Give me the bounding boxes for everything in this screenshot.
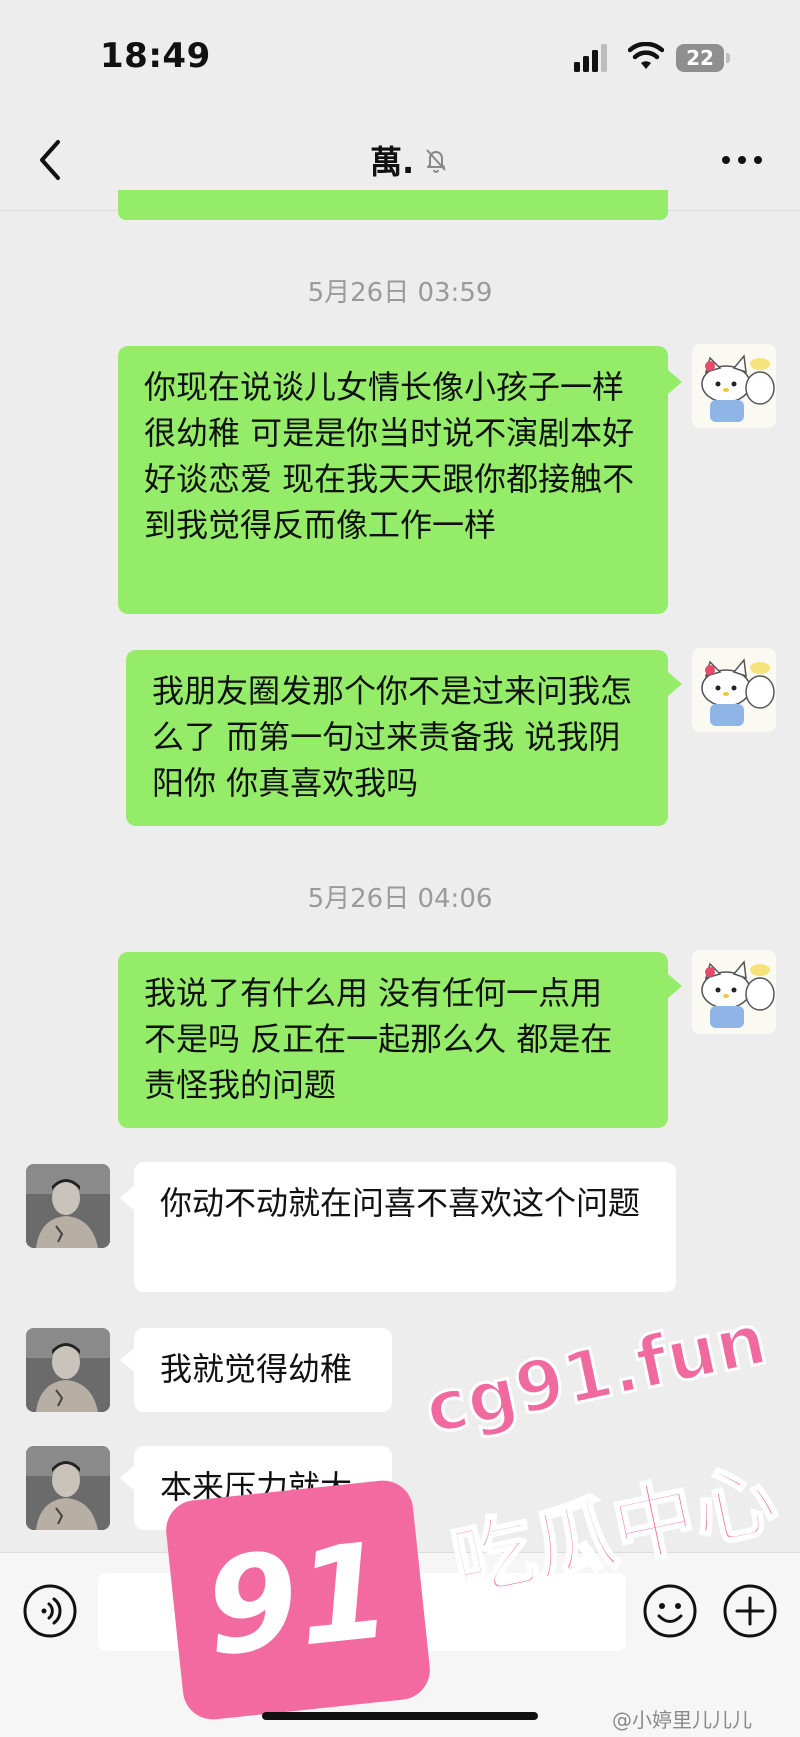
message-text: 你现在说谈儿女情长像小孩子一样很幼稚 可是是你当时说不演剧本好好谈恋爱 现在我天… — [144, 368, 635, 544]
mute-bell-icon — [426, 149, 446, 173]
avatar-self[interactable] — [692, 950, 776, 1034]
voice-input-icon[interactable] — [22, 1583, 78, 1639]
watermark-site: cg91.fun — [416, 1297, 774, 1452]
more-options-icon[interactable] — [718, 146, 766, 174]
emoji-icon[interactable] — [642, 1583, 698, 1639]
wifi-icon — [628, 42, 664, 69]
contact-photo-icon — [26, 1446, 110, 1530]
bubble-tail — [120, 1348, 134, 1372]
message-bubble-sent[interactable]: 我朋友圈发那个你不是过来问我怎么了 而第一句过来责备我 说我阴阳你 你真喜欢我吗 — [126, 650, 668, 826]
bubble-tail — [120, 1186, 134, 1210]
chat-title-text: 萬. — [370, 143, 415, 181]
watermark-badge-text: 91 — [198, 1513, 398, 1687]
message-bubble-received[interactable]: 我就觉得幼稚 — [134, 1328, 392, 1412]
avatar-self[interactable] — [692, 344, 776, 428]
status-time: 18:49 — [100, 36, 211, 76]
battery-level: 22 — [676, 44, 724, 72]
contact-photo-icon — [26, 1328, 110, 1412]
message-text: 你动不动就在问喜不喜欢这个问题 — [160, 1184, 641, 1222]
bubble-tail — [668, 370, 682, 394]
bubble-tail — [120, 1466, 134, 1490]
avatar-contact[interactable] — [26, 1164, 110, 1248]
bubble-tail — [668, 974, 682, 998]
home-indicator — [262, 1712, 538, 1720]
message-text: 我朋友圈发那个你不是过来问我怎么了 而第一句过来责备我 说我阴阳你 你真喜欢我吗 — [152, 672, 633, 802]
avatar-contact[interactable] — [26, 1328, 110, 1412]
battery-icon: 22 — [676, 44, 732, 72]
plus-icon[interactable] — [722, 1583, 778, 1639]
contact-photo-icon — [26, 1164, 110, 1248]
message-text: 我说了有什么用 没有任何一点用 不是吗 反正在一起那么久 都是在责怪我的问题 — [144, 974, 613, 1104]
signal-icon — [574, 44, 607, 72]
timestamp: 5月26日 03:59 — [307, 278, 493, 308]
hello-kitty-avatar-icon — [692, 344, 776, 428]
status-bar: 18:49 22 — [0, 0, 800, 110]
timestamp: 5月26日 04:06 — [307, 884, 493, 914]
message-bubble-received[interactable]: 你动不动就在问喜不喜欢这个问题 — [134, 1162, 676, 1292]
battery-cap — [726, 53, 730, 63]
chat-title: 萬. — [370, 138, 450, 182]
avatar-contact[interactable] — [26, 1446, 110, 1530]
hello-kitty-avatar-icon — [692, 950, 776, 1034]
message-bubble-sent[interactable]: 我说了有什么用 没有任何一点用 不是吗 反正在一起那么久 都是在责怪我的问题 — [118, 952, 668, 1128]
weibo-watermark: @小婷里儿儿儿 — [612, 1708, 752, 1732]
back-icon[interactable] — [28, 134, 72, 186]
hello-kitty-avatar-icon — [692, 648, 776, 732]
message-text: 我就觉得幼稚 — [160, 1350, 353, 1388]
avatar-self[interactable] — [692, 648, 776, 732]
previous-message-bubble — [118, 190, 668, 220]
watermark-badge: 91 — [163, 1477, 433, 1723]
message-bubble-sent[interactable]: 你现在说谈儿女情长像小孩子一样很幼稚 可是是你当时说不演剧本好好谈恋爱 现在我天… — [118, 346, 668, 614]
bubble-tail — [668, 672, 682, 696]
